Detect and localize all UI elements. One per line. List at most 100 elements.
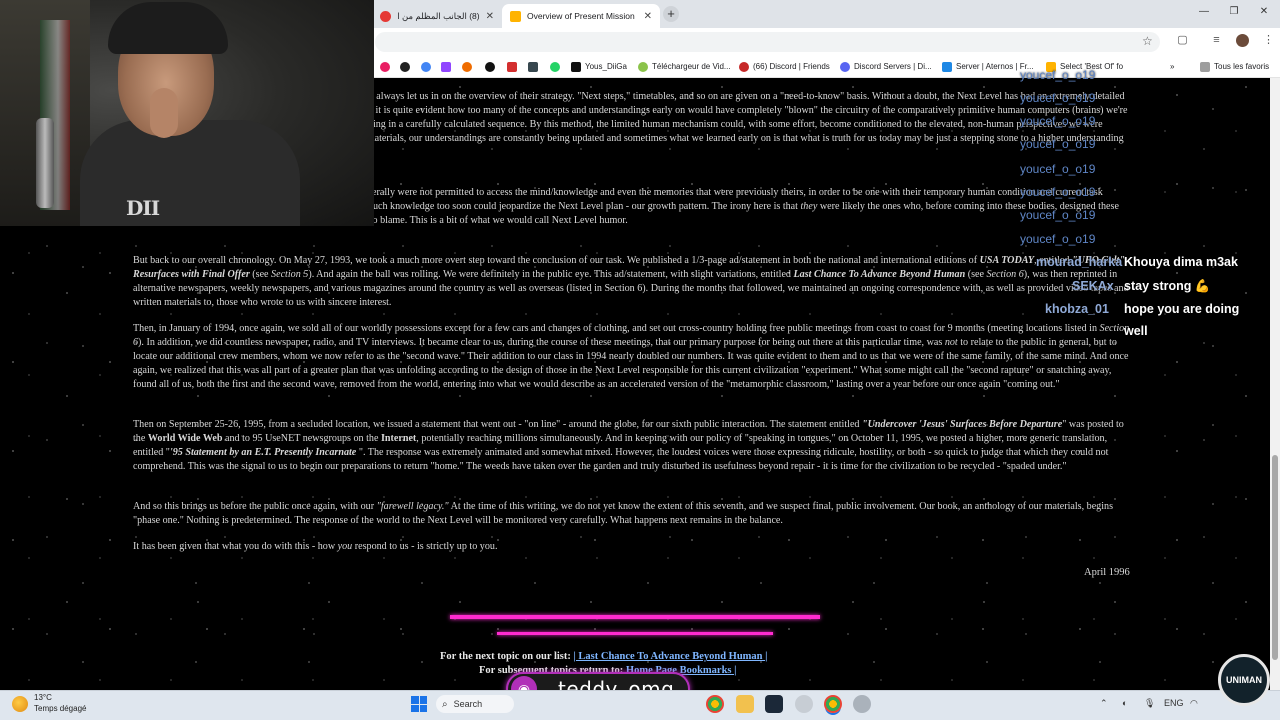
- bookmark-label: Discord Servers | Di...: [854, 62, 932, 71]
- bookmark-label: Yous_DiiGa: [585, 62, 627, 71]
- bookmark-icon-3[interactable]: [421, 58, 431, 75]
- emphasis-text: Section 5: [271, 269, 309, 280]
- paragraph-text: It has been given that what you do with …: [133, 541, 338, 552]
- bookmark-icon-1[interactable]: [380, 58, 390, 75]
- windows-taskbar: [0, 690, 1280, 720]
- steam-icon[interactable]: [765, 695, 783, 713]
- wifi-icon[interactable]: ◠: [1190, 698, 1198, 709]
- webcam-person-hand: [150, 88, 178, 138]
- chat-username: mourad_harka: [1036, 255, 1123, 269]
- paragraph-4: Then, in January of 1994, once again, we…: [133, 322, 1137, 392]
- webcam-person-cap: [108, 2, 228, 54]
- page-favicon-icon: [510, 10, 521, 22]
- minimize-icon[interactable]: —: [1196, 6, 1212, 17]
- paragraph-text: (see: [965, 269, 987, 280]
- chat-message: stay strong 💪: [1124, 279, 1211, 293]
- paragraph-7: It has been given that what you do with …: [133, 540, 1137, 554]
- windows-start-icon[interactable]: [411, 696, 427, 712]
- emphasis-text: Internet: [380, 433, 417, 444]
- bookmark-icon-5[interactable]: [462, 58, 472, 75]
- bookmark-favicon-icon: [638, 61, 648, 72]
- twitch-icon[interactable]: [441, 58, 451, 75]
- bookmark-favicon-icon: [739, 61, 749, 72]
- bookmark-discord-friends[interactable]: (66) Discord | Friends: [739, 58, 830, 75]
- chat-username: SEKAx: [1072, 279, 1114, 293]
- bookmark-label: (66) Discord | Friends: [753, 62, 830, 71]
- bookmark-yous-diiga[interactable]: Yous_DiiGa: [571, 58, 627, 75]
- emphasis-text: not: [944, 337, 958, 348]
- webcam-microphone: [36, 118, 54, 208]
- emphasis-text: Section 6: [986, 269, 1024, 280]
- gear-app-icon[interactable]: [853, 695, 871, 713]
- discord-tray-icon[interactable]: ◐: [1122, 698, 1127, 708]
- webcam-person-body: [80, 120, 300, 226]
- next-topic-line: For the next topic on our list: | Last C…: [440, 651, 767, 662]
- file-explorer-icon[interactable]: [736, 695, 754, 713]
- bookmark-icon-6[interactable]: [485, 58, 495, 75]
- neon-divider-top: [450, 615, 820, 619]
- chat-message: well: [1124, 324, 1148, 338]
- youtube-icon: [380, 10, 391, 22]
- bookmark-icon-2[interactable]: [400, 58, 410, 75]
- chat-username: youcef_o_o19: [1020, 162, 1096, 176]
- emphasis-text: '95 Statement by an E.T. Presently Incar…: [169, 447, 357, 458]
- chat-message: Khouya dima m3ak: [1124, 255, 1238, 269]
- profile-avatar-icon[interactable]: [1236, 34, 1249, 47]
- close-window-icon[interactable]: ✕: [1256, 6, 1272, 17]
- tab-title: Overview of Present Mission: [527, 11, 635, 21]
- bookmark-telechargeur[interactable]: Téléchargeur de Vid...: [638, 58, 731, 75]
- weather-temperature[interactable]: 13°C: [34, 693, 52, 702]
- bookmark-icon-7[interactable]: [507, 58, 517, 75]
- chat-username: youcef_o_o19: [1020, 208, 1096, 222]
- next-topic-link[interactable]: | Last Chance To Advance Beyond Human |: [573, 651, 767, 662]
- weather-moon-icon[interactable]: [12, 696, 28, 712]
- tab-dark-web[interactable]: (8) الجانب المظلم من الأنترنت ا ✕: [372, 4, 502, 28]
- chrome-icon[interactable]: [706, 695, 724, 713]
- webcam-overlay: DII: [0, 0, 374, 226]
- shirt-print: DII: [126, 196, 160, 220]
- emphasis-text: "farewell legacy.": [376, 501, 449, 512]
- tray-overflow-chevron-icon[interactable]: ⌃: [1100, 698, 1108, 709]
- menu-kebab-icon[interactable]: ⋮: [1262, 34, 1275, 47]
- address-bar[interactable]: [375, 32, 1160, 52]
- emphasis-text: USA TODAY: [979, 255, 1035, 266]
- paragraph-text: and to 95 UseNET newsgroups on the: [222, 433, 381, 444]
- folder-icon: [1200, 61, 1210, 72]
- emphasis-text: "Undercover 'Jesus' Surfaces Before Depa…: [862, 419, 1063, 430]
- extensions-icon[interactable]: ▢: [1176, 34, 1189, 47]
- settings-gear-icon[interactable]: [795, 695, 813, 713]
- search-label: Search: [453, 699, 483, 709]
- taskbar-search[interactable]: ⌕ Search: [436, 695, 514, 713]
- media-control-icon[interactable]: ≡: [1210, 34, 1223, 47]
- chat-username: youcef_o_o19: [1020, 91, 1096, 105]
- all-bookmarks-folder[interactable]: Tous les favoris: [1200, 58, 1269, 75]
- search-icon: ⌕: [442, 698, 448, 710]
- emphasis-text: they: [800, 201, 818, 212]
- paragraph-text: ). And again the ball was rolling. We we…: [308, 269, 794, 280]
- emphasis-text: Last Chance To Advance Beyond Human: [793, 269, 966, 280]
- bookmark-star-icon[interactable]: ☆: [1142, 34, 1153, 48]
- input-language[interactable]: ENG: [1164, 698, 1184, 708]
- bookmark-icon-8[interactable]: [528, 58, 538, 75]
- close-tab-icon[interactable]: ✕: [644, 11, 652, 22]
- chat-username: youcef_o_o19: [1020, 232, 1096, 246]
- tab-overview-present-mission[interactable]: Overview of Present Mission ✕: [502, 4, 660, 28]
- restore-icon[interactable]: ❐: [1226, 6, 1242, 17]
- screen: some explanation for others, is that the…: [0, 0, 1280, 720]
- paragraph-text: respond to us - is strictly up to you.: [352, 541, 498, 552]
- microphone-icon[interactable]: 🎙: [1144, 698, 1155, 709]
- more-bookmarks-chevron-icon[interactable]: »: [1170, 58, 1174, 75]
- paragraph-6: And so this brings us before the public …: [133, 500, 1137, 528]
- scrollbar-thumb[interactable]: [1272, 455, 1278, 660]
- paragraph-5: Then on September 25-26, 1995, from a se…: [133, 418, 1137, 474]
- new-tab-plus-icon[interactable]: +: [663, 6, 679, 22]
- chrome-active-icon[interactable]: [824, 695, 842, 713]
- paragraph-text: Then, in January of 1994, once again, we…: [133, 323, 1100, 334]
- whatsapp-icon[interactable]: [550, 58, 560, 75]
- paragraph-text: Then on September 25-26, 1995, from a se…: [133, 419, 863, 430]
- tab-title: (8) الجانب المظلم من الأنترنت ا: [397, 10, 480, 21]
- bookmark-discord-servers[interactable]: Discord Servers | Di...: [840, 58, 932, 75]
- close-tab-icon[interactable]: ✕: [486, 11, 494, 22]
- paragraph-text: But back to our overall chronology. On M…: [133, 255, 980, 266]
- weather-condition[interactable]: Temps dégagé: [34, 704, 86, 713]
